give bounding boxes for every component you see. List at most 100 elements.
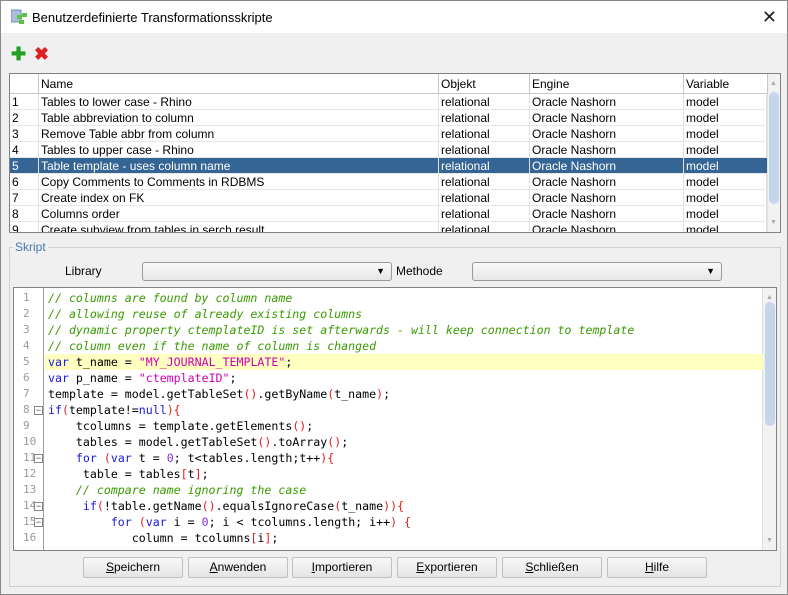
code-token: // column even if the name of column is … <box>48 339 377 353</box>
x-icon: ✖ <box>34 44 50 64</box>
cell-index <box>10 74 39 93</box>
editor-scrollbar[interactable]: ▲ ▼ <box>762 288 776 550</box>
cell-name: Copy Comments to Comments in RDBMS <box>39 174 439 189</box>
code-token: ( <box>103 451 111 465</box>
add-script-button[interactable]: ✚ <box>11 45 26 63</box>
table-row[interactable]: 7 Create index on FK relational Oracle Nash… <box>10 190 768 206</box>
cell-index: 1 <box>10 94 39 109</box>
cell-variable: model <box>684 222 768 232</box>
code-token: var <box>48 355 69 369</box>
code-token: [ <box>180 467 188 481</box>
cell-variable: model <box>684 126 768 141</box>
scroll-thumb[interactable] <box>765 302 775 426</box>
code-token: { <box>404 515 412 529</box>
table-row[interactable]: 9 Create subview from tables in serch res… <box>10 222 768 232</box>
table-scrollbar[interactable]: ▲ ▼ <box>766 74 780 232</box>
apply-button[interactable]: Anwenden <box>188 557 288 578</box>
table-header[interactable]: Name Objekt Engine Variable <box>10 74 768 94</box>
cell-object: relational <box>439 222 530 232</box>
method-label: Methode <box>396 264 443 278</box>
scroll-down-icon[interactable]: ▼ <box>766 537 773 544</box>
table-row[interactable]: 5 Table template - uses column name relati… <box>10 158 768 174</box>
code-token: var <box>145 515 167 529</box>
button-label: Speichern <box>105 560 161 574</box>
code-token: // compare name ignoring the case <box>75 483 307 497</box>
code-token: ; <box>285 355 293 369</box>
code-token: var <box>48 371 69 385</box>
table-row[interactable]: 3 Remove Table abbr from column relational… <box>10 126 768 142</box>
line-number: 10 <box>23 435 37 448</box>
code-token: ] <box>194 467 202 481</box>
code-token: ){ <box>166 403 181 417</box>
code-token: ( <box>138 515 146 529</box>
table-row[interactable]: 8 Columns order relational Oracle Nashorn mo… <box>10 206 768 222</box>
close-button[interactable]: Schließen <box>502 557 602 578</box>
line-number: 5 <box>23 355 30 368</box>
code-token: p_name = <box>68 371 139 385</box>
fold-toggle-icon[interactable]: − <box>34 518 43 527</box>
code-line: if(!table.getName().equalsIgnoreCase(t_n… <box>45 498 763 514</box>
code-token: t_name <box>334 387 377 401</box>
button-label: Exportieren <box>416 560 478 574</box>
code-token: 0 <box>166 451 174 465</box>
save-button[interactable]: Speichern <box>83 557 183 578</box>
button-label: Anwenden <box>209 560 267 574</box>
import-button[interactable]: Importieren <box>292 557 392 578</box>
code-token: ; i < tcolumns.length; i++ <box>208 515 391 529</box>
scroll-up-icon[interactable]: ▲ <box>770 80 777 87</box>
table-row[interactable]: 2 Table abbreviation to column relational O… <box>10 110 768 126</box>
cell-index: 7 <box>10 190 39 205</box>
help-button[interactable]: Hilfe <box>607 557 707 578</box>
table-row[interactable]: 1 Tables to lower case - Rhino relational O… <box>10 94 768 110</box>
code-token: t_name = <box>68 355 139 369</box>
cell-object: relational <box>439 142 530 157</box>
scroll-down-icon[interactable]: ▼ <box>770 219 777 226</box>
cell-object: relational <box>439 94 530 109</box>
code-token: tcolumns = template.getElements <box>48 419 293 433</box>
scroll-up-icon[interactable]: ▲ <box>766 294 773 301</box>
close-icon[interactable]: ✕ <box>762 7 777 28</box>
code-token: if <box>82 499 97 513</box>
fold-toggle-icon[interactable]: − <box>34 406 43 415</box>
cell-engine: Oracle Nashorn <box>530 110 684 125</box>
fold-toggle-icon[interactable]: − <box>34 502 43 511</box>
table-row[interactable]: 6 Copy Comments to Comments in RDBMS relat… <box>10 174 768 190</box>
cell-variable: model <box>684 190 768 205</box>
script-editor[interactable]: ▲ ▼ 1 // columns are found by column name… <box>13 287 777 551</box>
transform-script-icon <box>11 9 27 24</box>
line-number: 13 <box>23 483 37 496</box>
cell-variable: model <box>684 142 768 157</box>
scroll-thumb[interactable] <box>769 92 779 204</box>
method-select[interactable]: ▼ <box>472 262 722 281</box>
code-line: tcolumns = template.getElements(); <box>45 418 763 434</box>
delete-script-button[interactable]: ✖ <box>34 45 49 63</box>
code-token: )) <box>383 499 398 513</box>
fold-toggle-icon[interactable]: − <box>34 454 43 463</box>
code-token: .equalsIgnoreCase <box>215 499 335 513</box>
code-token: () <box>292 419 307 433</box>
table-row[interactable]: 4 Tables to upper case - Rhino relational O… <box>10 142 768 158</box>
code-token: // dynamic property ctemplateID is set a… <box>48 323 635 337</box>
library-select[interactable]: ▼ <box>142 262 392 281</box>
export-button[interactable]: Exportieren <box>397 557 497 578</box>
cell-object: relational <box>439 110 530 125</box>
code-token: "MY_JOURNAL_TEMPLATE" <box>138 355 286 369</box>
line-number: 1 <box>23 291 30 304</box>
title-bar: Benutzerdefinierte Transformationsskript… <box>1 1 787 33</box>
code-line: // allowing reuse of already existing co… <box>45 306 763 322</box>
cell-name: Create subview from tables in serch resu… <box>39 222 439 232</box>
plus-icon: ✚ <box>11 44 27 64</box>
cell-variable: model <box>684 94 768 109</box>
code-token: ; <box>201 467 209 481</box>
code-token: () <box>327 435 342 449</box>
code-token: tables = model.getTableSet <box>48 435 258 449</box>
code-line: tables = model.getTableSet().toArray(); <box>45 434 763 450</box>
chevron-down-icon: ▼ <box>706 266 715 276</box>
dialog-window: Benutzerdefinierte Transformationsskript… <box>0 0 788 595</box>
cell-name: Tables to lower case - Rhino <box>39 94 439 109</box>
code-token: ){ <box>320 451 335 465</box>
